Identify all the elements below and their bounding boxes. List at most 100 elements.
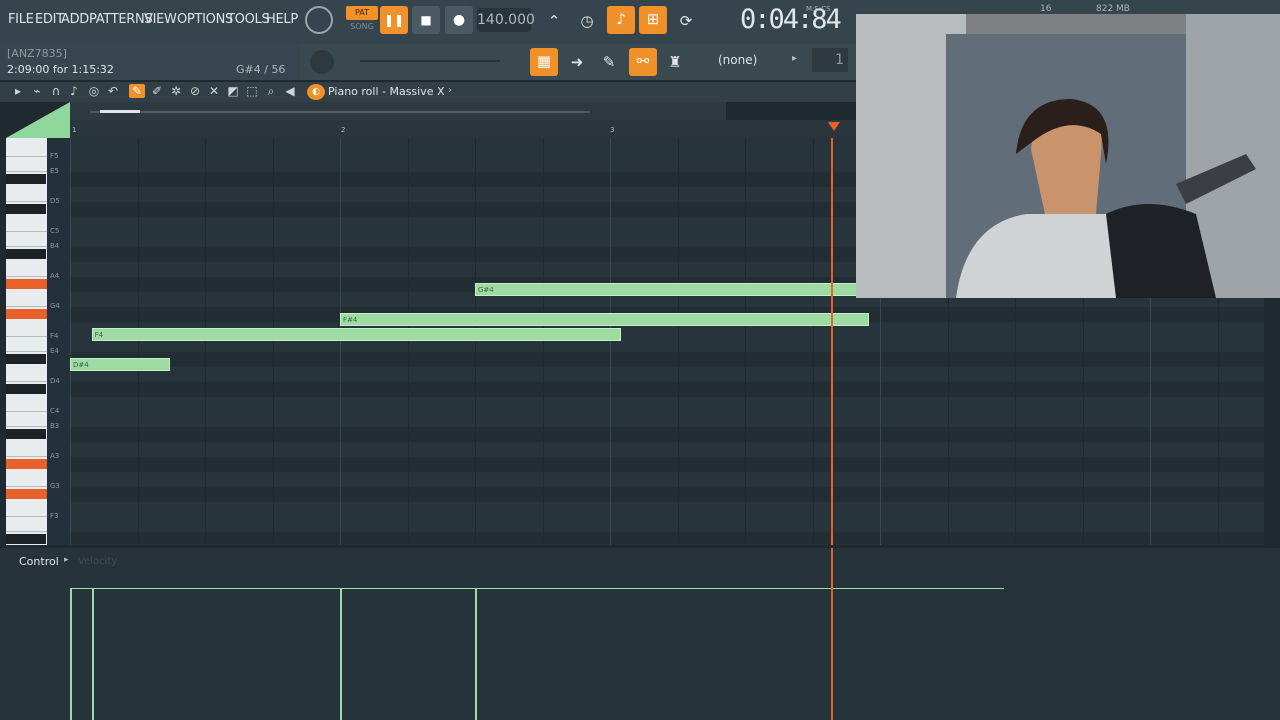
plugin-icon[interactable]: ◐ [307, 84, 325, 100]
piano-key-white[interactable] [6, 337, 47, 352]
stop-button[interactable]: ■ [412, 6, 440, 34]
piano-key-black[interactable] [6, 429, 46, 439]
timeline-ruler[interactable]: 1 2 3 [70, 120, 856, 138]
playhead-marker[interactable] [828, 122, 840, 131]
mute-tool-icon[interactable]: ✕ [206, 84, 222, 98]
key-label: D4 [50, 377, 60, 385]
piano-key-black[interactable] [6, 279, 47, 289]
piano-key-black[interactable] [6, 204, 46, 214]
countdown-icon[interactable]: ◷ [574, 8, 600, 34]
record-button[interactable]: ● [445, 6, 473, 34]
snap-icon[interactable]: ∩ [48, 84, 64, 98]
piano-key-white[interactable] [6, 442, 47, 457]
pattern-prev-icon[interactable]: ▸ [792, 53, 797, 64]
mixer-icon[interactable]: ♜ [662, 49, 688, 75]
slip-tool-icon[interactable]: ◩ [225, 84, 241, 98]
menu-view[interactable]: VIEW [144, 12, 177, 27]
piano-key-white[interactable] [6, 322, 47, 337]
beat-line [475, 138, 476, 545]
velocity-bar[interactable] [91, 588, 94, 720]
metronome-icon[interactable]: ⌃ [541, 8, 567, 34]
piano-key-white[interactable] [6, 157, 47, 172]
velocity-bar[interactable] [475, 588, 477, 720]
paint-drums-icon[interactable]: ✲ [168, 84, 184, 98]
typing-keyboard-icon[interactable]: ⊞ [639, 6, 667, 34]
piano-key-white[interactable] [6, 397, 47, 412]
note[interactable]: F#4 [340, 313, 870, 326]
pat-mode-button[interactable]: PAT [346, 6, 378, 20]
master-pitch-knob[interactable] [310, 50, 334, 74]
playback-tool-icon[interactable]: ◀ [282, 84, 298, 98]
grid-row [70, 427, 1264, 442]
stamp-tool[interactable] [6, 102, 70, 138]
piano-key-white[interactable] [6, 217, 47, 232]
beat-line [745, 138, 746, 545]
piano-key-white[interactable] [6, 517, 47, 532]
playlist-icon[interactable]: ▦ [530, 48, 558, 76]
piano-roll-title[interactable]: Piano roll - Massive X [328, 85, 445, 98]
piano-key-white[interactable] [6, 232, 47, 247]
piano-key-white[interactable] [6, 142, 47, 157]
piano-key-white[interactable] [6, 412, 47, 427]
beat-line [205, 138, 206, 545]
piano-key-black[interactable] [6, 459, 47, 469]
piano-key-white[interactable] [6, 187, 47, 202]
loop-record-icon[interactable]: ⟳ [673, 8, 699, 34]
piano-key-white[interactable] [6, 502, 47, 517]
master-volume-knob[interactable] [305, 6, 333, 34]
piano-key-black[interactable] [6, 249, 46, 259]
piano-key-white[interactable] [6, 472, 47, 487]
draw-tool-icon[interactable]: ✎ [129, 84, 145, 98]
note-icon[interactable]: ♪ [66, 84, 82, 98]
menu-help[interactable]: HELP [266, 12, 298, 27]
scrollbar-thumb[interactable] [100, 110, 140, 113]
pattern-number[interactable]: 1 [812, 48, 848, 72]
plugin-picker-icon[interactable]: ✎ [596, 49, 622, 75]
blend-notes-icon[interactable]: ♪ [607, 6, 635, 34]
piano-key-black[interactable] [6, 309, 47, 319]
key-label: D5 [50, 197, 60, 205]
note[interactable]: F4 [91, 328, 621, 341]
menu-edit[interactable]: EDIT [35, 12, 64, 27]
velocity-bar[interactable] [70, 588, 72, 720]
piano-key-black[interactable] [6, 354, 46, 364]
undo-icon[interactable]: ↶ [105, 84, 121, 98]
control-label[interactable]: Control [19, 555, 59, 568]
delete-tool-icon[interactable]: ⊘ [187, 84, 203, 98]
playhead [831, 138, 834, 545]
record-target-icon[interactable]: ◎ [86, 84, 102, 98]
master-slider[interactable] [360, 60, 500, 62]
menu-options[interactable]: OPTIONS [177, 12, 233, 27]
horizontal-scrollbar[interactable] [70, 102, 726, 120]
channel-rack-arrow-icon[interactable]: ➜ [564, 49, 590, 75]
piano-key-black[interactable] [6, 174, 46, 184]
velocity-label[interactable]: Velocity [78, 556, 117, 567]
piano-key-black[interactable] [6, 534, 46, 544]
bar-line [610, 138, 611, 545]
piano-key-black[interactable] [6, 384, 46, 394]
piano-key-white[interactable] [6, 262, 47, 277]
song-mode-button[interactable]: SONG [346, 22, 378, 34]
zoom-tool-icon[interactable]: ⌕ [263, 84, 279, 99]
pattern-select[interactable]: (none) [718, 53, 757, 67]
velocity-bar[interactable] [340, 588, 342, 720]
piano-key-white[interactable] [6, 367, 47, 382]
menu-file[interactable]: FILE [8, 12, 34, 27]
pause-button[interactable]: ❚❚ [380, 6, 408, 34]
beat-line [678, 138, 679, 545]
piano-key-black[interactable] [6, 489, 47, 499]
paint-tool-icon[interactable]: ✐ [149, 84, 165, 98]
piano-key-white[interactable] [6, 292, 47, 307]
tempo-display[interactable]: 140.000 [477, 8, 535, 32]
menu-add[interactable]: ADD [61, 12, 89, 27]
menu-tools[interactable]: TOOLS [227, 12, 270, 27]
menu-patterns[interactable]: PATTERNS [89, 12, 153, 27]
note[interactable]: D#4 [70, 358, 170, 371]
link-icon[interactable]: ⚯ [629, 48, 657, 76]
magnet-icon[interactable]: ⌁ [29, 84, 45, 98]
key-label: A4 [50, 272, 60, 280]
piano-keyboard[interactable] [6, 138, 47, 562]
menu-arrow-icon[interactable]: ▸ [10, 84, 26, 98]
time-unit-label: M:S:CS [806, 5, 831, 13]
select-tool-icon[interactable]: ⬚ [244, 84, 260, 98]
